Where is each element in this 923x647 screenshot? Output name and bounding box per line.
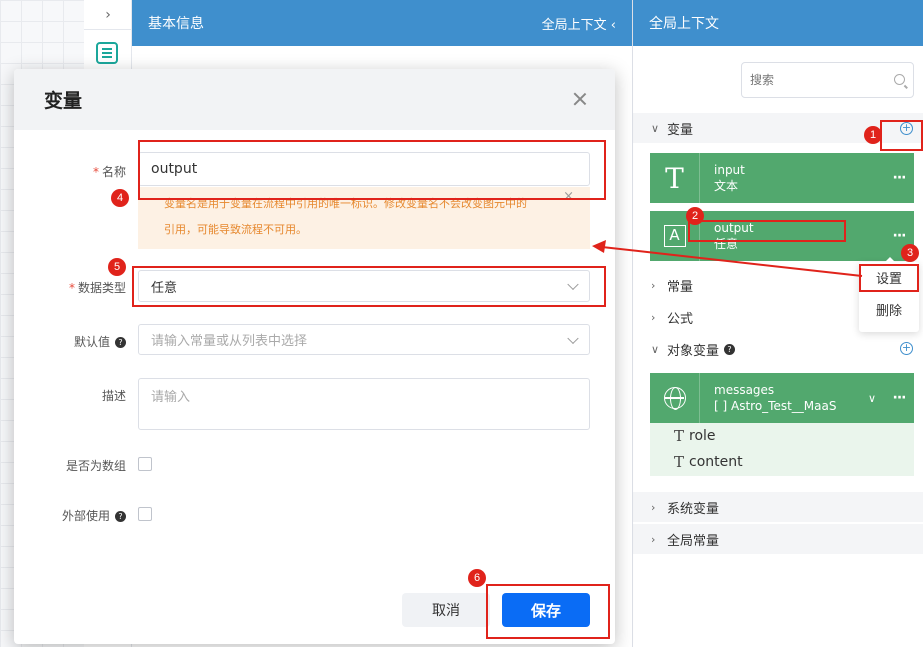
- annotation-arrow: [592, 240, 863, 277]
